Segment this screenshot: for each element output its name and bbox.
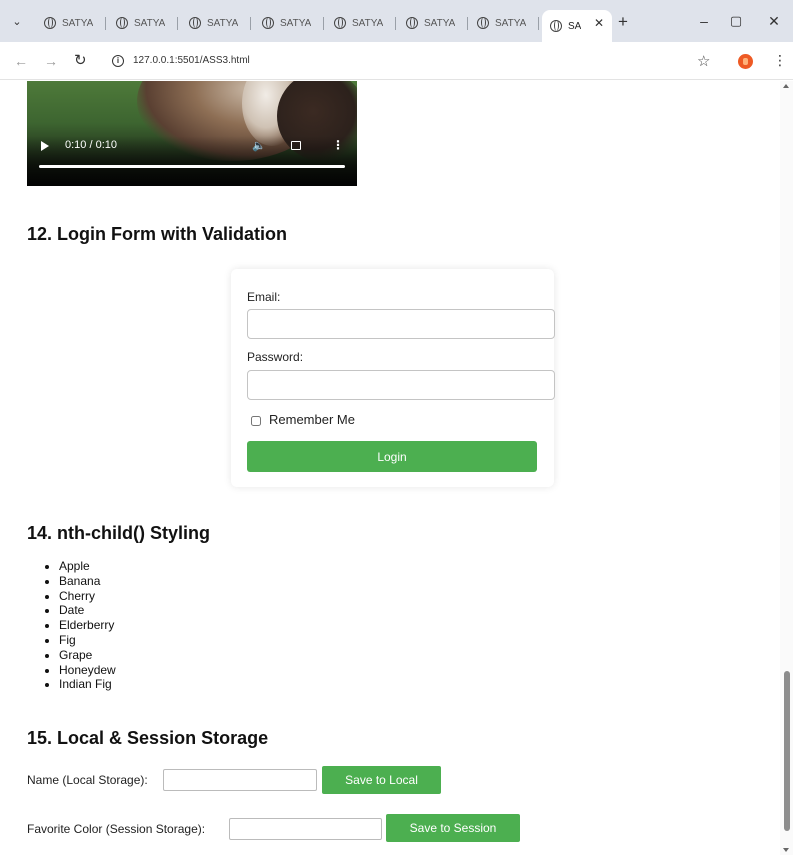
bookmark-star-icon[interactable]: ☆ <box>697 52 710 70</box>
browser-tab[interactable]: SATYA <box>181 10 251 36</box>
browser-tab[interactable]: SATYA <box>398 10 468 36</box>
volume-icon[interactable]: 🔈 <box>252 139 266 152</box>
tab-title: SATYA <box>495 17 527 29</box>
globe-icon <box>116 17 128 29</box>
fruit-list: Apple Banana Cherry Date Elderberry Fig … <box>35 559 116 692</box>
tab-strip: ⌄ SATYA SATYA SATYA SATYA SATYA SATYA SA… <box>0 0 793 42</box>
tab-title: SATYA <box>352 17 384 29</box>
browser-tab[interactable]: SATYA <box>469 10 539 36</box>
scroll-up-arrow-icon[interactable] <box>783 84 789 88</box>
video-controls: 0:10 / 0:10 🔈 ⋮ <box>27 136 357 186</box>
list-item: Cherry <box>59 589 116 604</box>
password-field[interactable] <box>247 370 555 400</box>
login-button[interactable]: Login <box>247 441 537 472</box>
browser-menu-icon[interactable]: ⋮ <box>773 52 787 69</box>
section-heading: 12. Login Form with Validation <box>27 224 288 244</box>
save-local-button[interactable]: Save to Local <box>322 766 441 794</box>
new-tab-icon[interactable]: + <box>618 13 628 30</box>
tab-title: SATYA <box>424 17 456 29</box>
section-heading: 14. nth-child() Styling <box>27 523 210 543</box>
reload-icon[interactable]: ↻ <box>74 53 87 69</box>
list-item: Banana <box>59 574 116 589</box>
browser-tab[interactable]: SATYA <box>108 10 178 36</box>
list-item: Honeydew <box>59 663 116 678</box>
session-storage-label: Favorite Color (Session Storage): <box>27 822 206 836</box>
maximize-icon[interactable]: ▢ <box>726 13 746 29</box>
forward-icon[interactable]: → <box>44 53 58 69</box>
scroll-thumb[interactable] <box>784 671 790 831</box>
globe-icon <box>334 17 346 29</box>
profile-avatar-icon[interactable] <box>738 54 753 69</box>
scroll-down-arrow-icon[interactable] <box>783 848 789 852</box>
fullscreen-icon[interactable] <box>291 141 301 150</box>
globe-icon <box>477 17 489 29</box>
local-storage-label: Name (Local Storage): <box>27 773 148 787</box>
close-window-icon[interactable]: ✕ <box>764 13 784 29</box>
browser-tab[interactable]: SATYA <box>254 10 324 36</box>
address-bar[interactable]: 127.0.0.1:5501/ASS3.html <box>133 55 250 66</box>
tab-title: SATYA <box>280 17 312 29</box>
page-content: 0:10 / 0:10 🔈 ⋮ 12. Login Form with Vali… <box>0 81 780 855</box>
close-tab-icon[interactable]: ✕ <box>594 17 604 29</box>
remember-me-label: Remember Me <box>269 412 355 427</box>
section-heading: 15. Local & Session Storage <box>27 728 269 748</box>
list-item: Grape <box>59 648 116 663</box>
globe-icon <box>189 17 201 29</box>
remember-me-checkbox[interactable] <box>251 416 261 426</box>
video-options-icon[interactable]: ⋮ <box>332 138 344 152</box>
address-toolbar: ← → ↻ i 127.0.0.1:5501/ASS3.html ☆ ⋮ <box>0 42 793 80</box>
tab-search-chevron-icon[interactable]: ⌄ <box>10 15 24 29</box>
play-icon[interactable] <box>41 141 49 151</box>
password-label: Password: <box>247 350 304 364</box>
tab-title: SATYA <box>207 17 239 29</box>
back-icon[interactable]: ← <box>14 53 28 69</box>
session-color-input[interactable] <box>229 818 382 840</box>
globe-icon <box>406 17 418 29</box>
save-session-button[interactable]: Save to Session <box>386 814 520 842</box>
page-scrollbar[interactable] <box>780 81 793 855</box>
local-name-input[interactable] <box>163 769 317 791</box>
list-item: Date <box>59 603 116 618</box>
email-field[interactable] <box>247 309 555 339</box>
list-item: Apple <box>59 559 116 574</box>
list-item: Indian Fig <box>59 677 116 692</box>
list-item: Fig <box>59 633 116 648</box>
tab-title: SA <box>568 20 582 32</box>
globe-icon <box>262 17 274 29</box>
browser-tab[interactable]: SATYA <box>36 10 106 36</box>
globe-icon <box>44 17 56 29</box>
email-label: Email: <box>247 290 281 304</box>
video-progress-bar[interactable] <box>39 165 345 168</box>
login-form: Email: Password: Remember Me Login <box>231 269 555 487</box>
video-player[interactable]: 0:10 / 0:10 🔈 ⋮ <box>27 81 357 186</box>
tab-title: SATYA <box>62 17 94 29</box>
video-time: 0:10 / 0:10 <box>65 139 117 151</box>
minimize-icon[interactable]: – <box>694 13 714 29</box>
list-item: Elderberry <box>59 618 116 633</box>
globe-icon <box>550 20 562 32</box>
browser-tab-active[interactable]: SA ✕ <box>542 10 612 42</box>
tab-title: SATYA <box>134 17 166 29</box>
site-info-icon[interactable]: i <box>112 55 124 67</box>
browser-tab[interactable]: SATYA <box>326 10 396 36</box>
